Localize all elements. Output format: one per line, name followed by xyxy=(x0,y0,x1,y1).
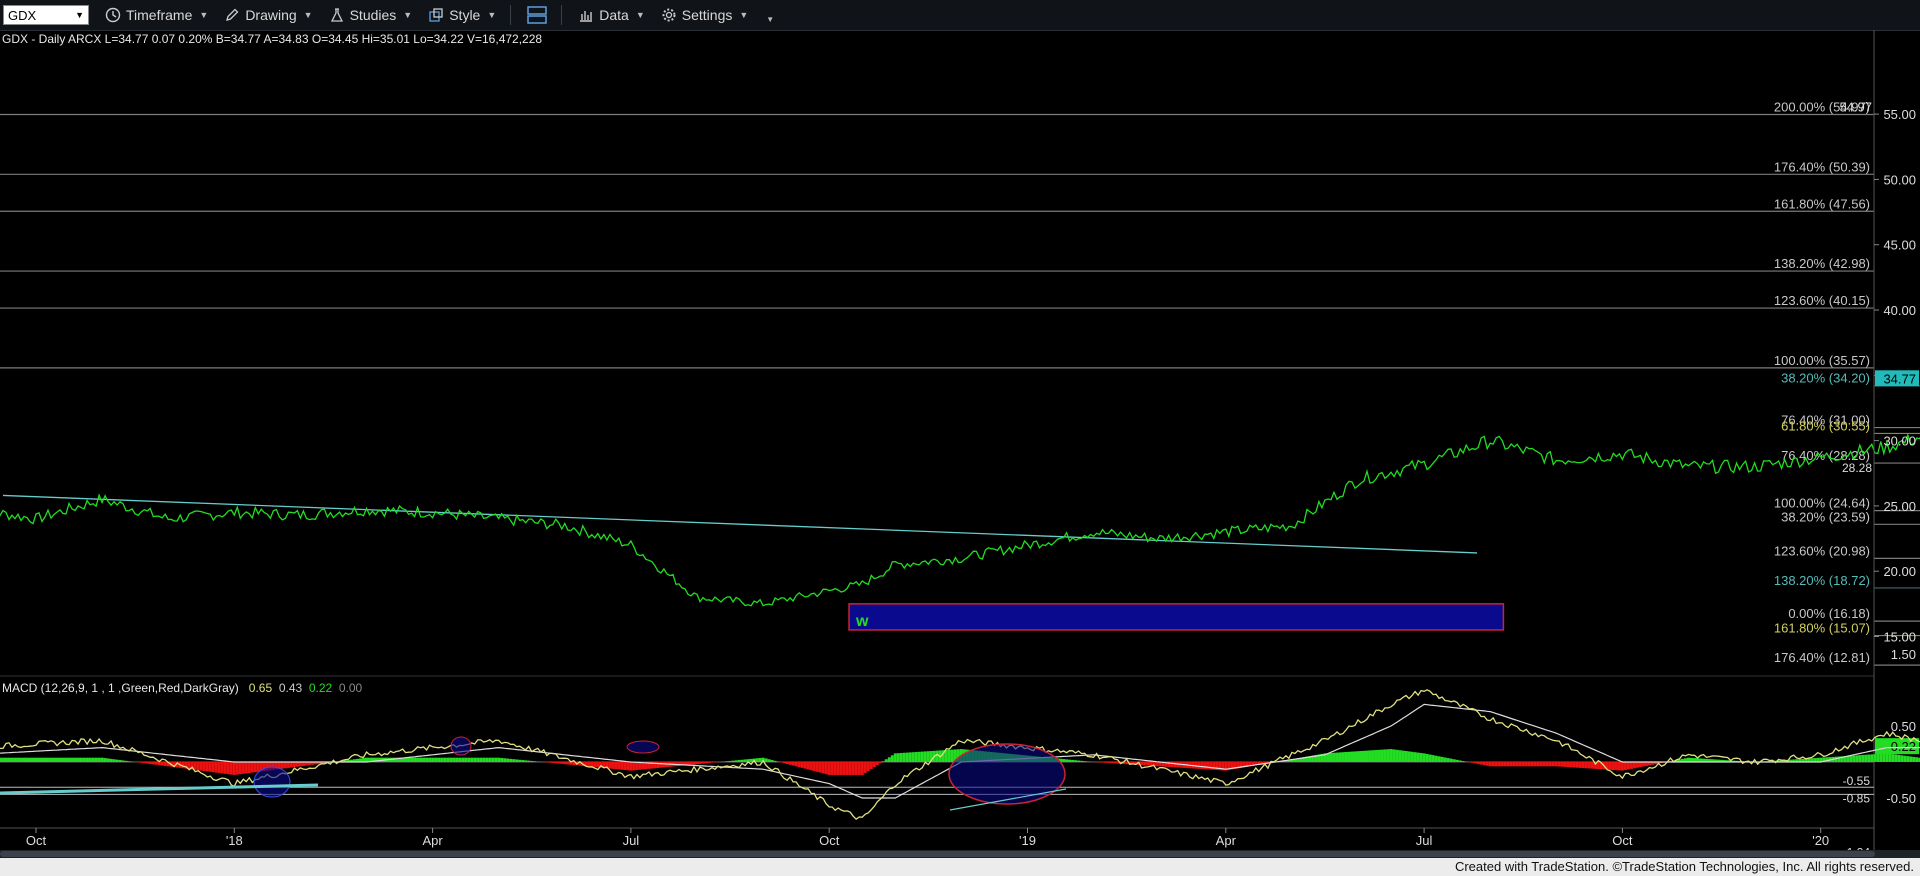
time-tick-label: '20 xyxy=(1812,833,1829,848)
footer: Created with TradeStation. ©TradeStation… xyxy=(0,858,1920,876)
target-zone-box xyxy=(848,603,1505,631)
price-tick-label: 20.00 xyxy=(1883,564,1916,579)
fib-level-label: 138.20% (42.98) xyxy=(1774,256,1870,271)
macd-hist-value: 0.22 xyxy=(308,681,333,695)
price-level-label: 54.97 xyxy=(1839,99,1872,114)
fibonacci-levels: 200.00% (54.97)176.40% (50.39)161.80% (4… xyxy=(0,99,1920,666)
macd-value: 0.65 xyxy=(248,681,273,695)
price-tick-label: 50.00 xyxy=(1883,172,1916,187)
trendlines xyxy=(2,494,1478,554)
price-series xyxy=(0,433,1920,607)
fib-level-label: 176.40% (50.39) xyxy=(1774,159,1870,174)
price-tick-label: 30.00 xyxy=(1883,434,1916,449)
macd-level-label: -0.55 xyxy=(1843,774,1871,788)
macd-info-line: MACD (12,26,9, 1 , 1 ,Green,Red,DarkGray… xyxy=(2,681,362,695)
time-tick-label: Apr xyxy=(422,833,443,848)
macd-axis-label: -0.50 xyxy=(1886,791,1916,806)
macd-divergence-ellipse xyxy=(948,743,1066,805)
target-zones xyxy=(848,603,1505,631)
fib-level-label: 161.80% (47.56) xyxy=(1774,196,1870,211)
macd-signal-value: 0.43 xyxy=(278,681,303,695)
footer-credit: Created with TradeStation. ©TradeStation… xyxy=(1454,859,1914,874)
fib-level-label: 61.80% (30.55) xyxy=(1781,418,1870,433)
macd-label: MACD (12,26,9, 1 , 1 ,Green,Red,DarkGray… xyxy=(2,681,239,695)
macd-divergence-ellipse xyxy=(450,736,472,756)
time-tick-label: Jul xyxy=(623,833,640,848)
time-tick-label: Oct xyxy=(26,833,47,848)
fib-level-label: 161.80% (15.07) xyxy=(1774,621,1870,636)
fib-level-label: 138.20% (18.72) xyxy=(1774,573,1870,588)
fib-level-label: 123.60% (20.98) xyxy=(1774,543,1870,558)
fib-level-label: 38.20% (34.20) xyxy=(1781,371,1870,386)
time-tick-label: Apr xyxy=(1216,833,1237,848)
fib-level-label: 100.00% (35.57) xyxy=(1774,353,1870,368)
price-tick-label: 45.00 xyxy=(1883,238,1916,253)
time-tick-label: '19 xyxy=(1019,833,1036,848)
macd-zero-value: 0.00 xyxy=(338,681,363,695)
price-tick-label: 15.00 xyxy=(1883,630,1916,645)
time-tick-label: '18 xyxy=(226,833,243,848)
macd-divergence-ellipse xyxy=(626,740,660,754)
macd-current-label: 0.22 xyxy=(1891,739,1916,754)
scrollbar-thumb[interactable] xyxy=(0,851,1875,857)
price-tick-label: 55.00 xyxy=(1883,107,1916,122)
horizontal-scrollbar[interactable] xyxy=(0,850,1920,858)
macd-axis-label: 1.50 xyxy=(1891,647,1916,662)
fib-level-label: 38.20% (23.59) xyxy=(1781,509,1870,524)
price-tick-label: 25.00 xyxy=(1883,499,1916,514)
fib-level-label: 176.40% (12.81) xyxy=(1774,650,1870,665)
symbol-info-line: GDX - Daily ARCX L=34.77 0.07 0.20% B=34… xyxy=(2,32,543,46)
wave-label: w xyxy=(855,613,869,630)
wave-annotations: (5)pivoty(4)wxy2(1)(2)(3)wxiiiiii4SUPPOR… xyxy=(855,613,869,630)
time-axis[interactable]: Oct'18AprJulOct'19AprJulOct'20AprJulOct'… xyxy=(0,827,1920,848)
time-tick-label: Jul xyxy=(1416,833,1433,848)
price-line xyxy=(0,433,1920,607)
fib-level-label: 0.00% (16.18) xyxy=(1788,606,1870,621)
macd-axis-label: 0.50 xyxy=(1891,719,1916,734)
fib-level-label: 123.60% (40.15) xyxy=(1774,293,1870,308)
price-chart[interactable]: 200.00% (54.97)176.40% (50.39)161.80% (4… xyxy=(0,0,1920,876)
price-tick-label: 40.00 xyxy=(1883,303,1916,318)
price-level-label: 28.28 xyxy=(1842,461,1872,475)
last-price-label: 34.77 xyxy=(1883,371,1916,386)
macd-level-label: -0.85 xyxy=(1843,791,1871,805)
time-tick-label: Oct xyxy=(1612,833,1633,848)
macd-divergence-ellipse xyxy=(253,766,291,798)
time-tick-label: Oct xyxy=(819,833,840,848)
